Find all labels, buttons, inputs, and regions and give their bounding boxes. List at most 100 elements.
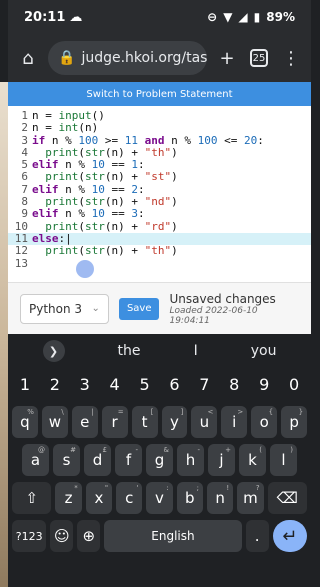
number-key-6[interactable]: 6: [162, 368, 188, 400]
url-text: judge.hkoi.org/task/D: [81, 50, 207, 66]
globe-icon[interactable]: ⊕: [77, 520, 101, 552]
key-j[interactable]: j +: [208, 444, 235, 476]
key-u[interactable]: u <: [191, 406, 218, 438]
number-key-4[interactable]: 4: [102, 368, 128, 400]
key-n[interactable]: n!: [206, 482, 234, 514]
suggestion-3[interactable]: you: [251, 343, 277, 359]
key-p[interactable]: p}: [281, 406, 308, 438]
save-button[interactable]: Save: [118, 297, 160, 320]
alt-char: >: [237, 408, 244, 416]
line-number: 2: [21, 121, 28, 135]
symbols-key[interactable]: ?123: [12, 520, 47, 552]
alt-char: <: [207, 408, 214, 416]
key-row-bottom: ?123 ☺ ⊕ English . ↵: [8, 520, 311, 552]
status-bar: 20:11 ☁ ⊖ ▼ ◢ ▮ 89%: [8, 0, 311, 34]
suggestion-2[interactable]: I: [194, 343, 198, 359]
code-line[interactable]: 12 print(str(n) + "th"): [8, 244, 311, 258]
lock-icon: 🔒: [58, 50, 76, 66]
key-s[interactable]: s #: [53, 444, 80, 476]
home-icon[interactable]: ⌂: [16, 46, 40, 70]
key-o[interactable]: o{: [251, 406, 278, 438]
unsaved-title: Unsaved changes: [169, 291, 276, 306]
expand-icon[interactable]: ❯: [42, 340, 65, 362]
key-x[interactable]: x ": [85, 482, 113, 514]
line-number: 1: [21, 109, 28, 122]
key-q[interactable]: q%: [11, 406, 38, 438]
dnd-icon: ⊖: [207, 10, 218, 24]
signal-icon: ◢: [238, 10, 248, 24]
alt-char: ": [104, 484, 109, 492]
key-row-2: a @ s # d £ f - g & h - j + k(l): [8, 444, 311, 476]
line-number: 13: [14, 256, 28, 270]
period-key[interactable]: .: [245, 520, 269, 552]
key-v[interactable]: v:: [146, 482, 173, 514]
shift-key[interactable]: ⇧: [12, 482, 52, 514]
key-y[interactable]: y]: [161, 406, 188, 438]
suggestion-1[interactable]: the: [118, 343, 141, 359]
chevron-down-icon: ⌄: [91, 303, 100, 314]
alt-char: |: [91, 408, 94, 416]
space-key[interactable]: English: [104, 520, 242, 552]
url-bar[interactable]: 🔒 judge.hkoi.org/task/D: [48, 41, 207, 75]
menu-icon[interactable]: ⋮: [279, 46, 303, 70]
backspace-key[interactable]: ⌫: [267, 482, 307, 514]
number-key-8[interactable]: 8: [221, 368, 247, 400]
key-row-1: q% w \ e | r = t[y] u < i > o{p}: [8, 406, 311, 438]
key-k[interactable]: k(: [239, 444, 266, 476]
key-z[interactable]: z *: [55, 482, 82, 514]
line-number: 4: [21, 145, 28, 159]
key-e[interactable]: e |: [71, 406, 98, 438]
enter-key[interactable]: ↵: [272, 520, 308, 552]
key-c[interactable]: c ': [116, 482, 143, 514]
alt-char: -: [135, 446, 138, 454]
number-key-3[interactable]: 3: [72, 368, 98, 400]
key-i[interactable]: i >: [221, 406, 248, 438]
emoji-key[interactable]: ☺: [50, 520, 74, 552]
key-r[interactable]: r =: [101, 406, 128, 438]
battery-icon: ▮: [253, 10, 261, 24]
alt-char: ]: [180, 408, 184, 416]
key-w[interactable]: w \: [41, 406, 68, 438]
touch-indicator: [76, 260, 94, 278]
line-number: 7: [21, 182, 28, 196]
editor-footer: Python 3 ⌄ Save Unsaved changes Loaded 2…: [8, 282, 311, 334]
key-g[interactable]: g &: [146, 444, 173, 476]
key-f[interactable]: f-: [115, 444, 142, 476]
key-m[interactable]: m?: [237, 482, 264, 514]
number-key-9[interactable]: 9: [251, 368, 277, 400]
code-editor[interactable]: 1n = input() 2 n = int(n) 3 if n % 100 >= 11…: [8, 109, 311, 270]
number-key-5[interactable]: 5: [132, 368, 158, 400]
alt-char: @: [38, 446, 45, 454]
key-l[interactable]: l): [270, 444, 297, 476]
key-a[interactable]: a @: [22, 444, 49, 476]
key-b[interactable]: b;: [176, 482, 203, 514]
key-t[interactable]: t[: [131, 406, 158, 438]
alt-char: %: [27, 408, 34, 416]
language-select[interactable]: Python 3 ⌄: [20, 293, 109, 324]
alt-char: [: [150, 408, 154, 416]
tab-switcher-button[interactable]: 25: [247, 46, 271, 70]
save-status: Unsaved changes Loaded 2022-06-10 19:04:…: [169, 292, 299, 326]
number-row: 1234567890: [8, 368, 311, 400]
alt-char: ': [136, 484, 139, 492]
line-number: 3: [21, 133, 28, 147]
key-d[interactable]: d £: [84, 444, 111, 476]
key-h[interactable]: h-: [177, 444, 204, 476]
number-key-2[interactable]: 2: [42, 368, 68, 400]
code-line[interactable]: 13: [8, 256, 311, 270]
line-number: 6: [21, 170, 28, 184]
switch-to-problem-button[interactable]: Switch to Problem Statement: [8, 82, 311, 106]
alt-char: #: [70, 446, 76, 454]
wifi-icon: ▼: [223, 10, 233, 24]
alt-char: ): [290, 446, 293, 454]
web-page: Switch to Problem Statement 1n = input()…: [8, 82, 311, 334]
number-key-1[interactable]: 1: [12, 368, 38, 400]
background-edge: [0, 82, 8, 587]
number-key-7[interactable]: 7: [191, 368, 217, 400]
new-tab-icon[interactable]: +: [215, 46, 239, 70]
alt-char: \: [61, 408, 64, 416]
alt-char: (: [259, 446, 262, 454]
line-number: 12: [14, 244, 28, 258]
cloud-icon: ☁: [69, 9, 83, 25]
number-key-0[interactable]: 0: [281, 368, 307, 400]
